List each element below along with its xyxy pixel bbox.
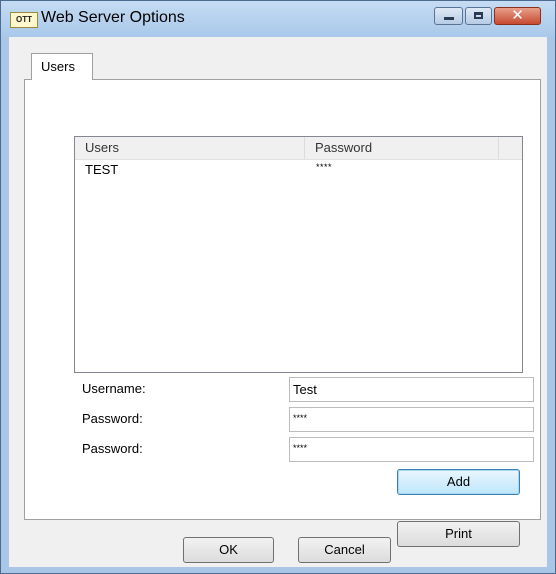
close-icon: ✕: [511, 6, 524, 24]
close-button[interactable]: ✕: [494, 6, 541, 25]
password-label: Password:: [82, 411, 143, 426]
minimize-button[interactable]: [434, 7, 463, 25]
column-header-filler: [499, 137, 522, 159]
print-button[interactable]: Print: [397, 521, 520, 547]
add-button[interactable]: Add: [397, 469, 520, 495]
username-value: Test: [293, 382, 317, 397]
list-item[interactable]: TEST ****: [75, 159, 522, 179]
cancel-button[interactable]: Cancel: [298, 537, 391, 563]
window-title: Web Server Options: [41, 9, 185, 26]
column-header-password[interactable]: Password: [305, 137, 499, 159]
list-header: Users Password: [75, 137, 522, 160]
app-icon: OTT: [10, 12, 38, 28]
column-header-users[interactable]: Users: [75, 137, 305, 159]
password-confirm-field[interactable]: ****: [289, 437, 534, 462]
ok-button[interactable]: OK: [183, 537, 274, 563]
username-field[interactable]: Test: [289, 377, 534, 402]
users-tab-panel: Users Password TEST **** Username: Test …: [24, 79, 541, 547]
tab-users-label: Users: [41, 59, 75, 74]
users-list[interactable]: Users Password TEST ****: [74, 136, 523, 373]
password-field[interactable]: ****: [289, 407, 534, 432]
dialog-client-area: Users Users Password TEST **** Username:…: [9, 37, 547, 567]
list-item-password: ****: [316, 162, 333, 172]
password-confirm-value: ****: [293, 443, 308, 453]
tab-users[interactable]: Users: [31, 53, 93, 80]
web-server-options-window: OTT Web Server Options ✕ Users Users Pas…: [0, 0, 556, 574]
title-bar[interactable]: OTT Web Server Options ✕: [1, 1, 555, 37]
password-value: ****: [293, 413, 308, 423]
maximize-icon: [474, 12, 483, 19]
minimize-icon: [444, 17, 454, 20]
username-label: Username:: [82, 381, 146, 396]
maximize-button[interactable]: [465, 7, 492, 25]
password-confirm-label: Password:: [82, 441, 143, 456]
list-item-user: TEST: [85, 162, 119, 177]
